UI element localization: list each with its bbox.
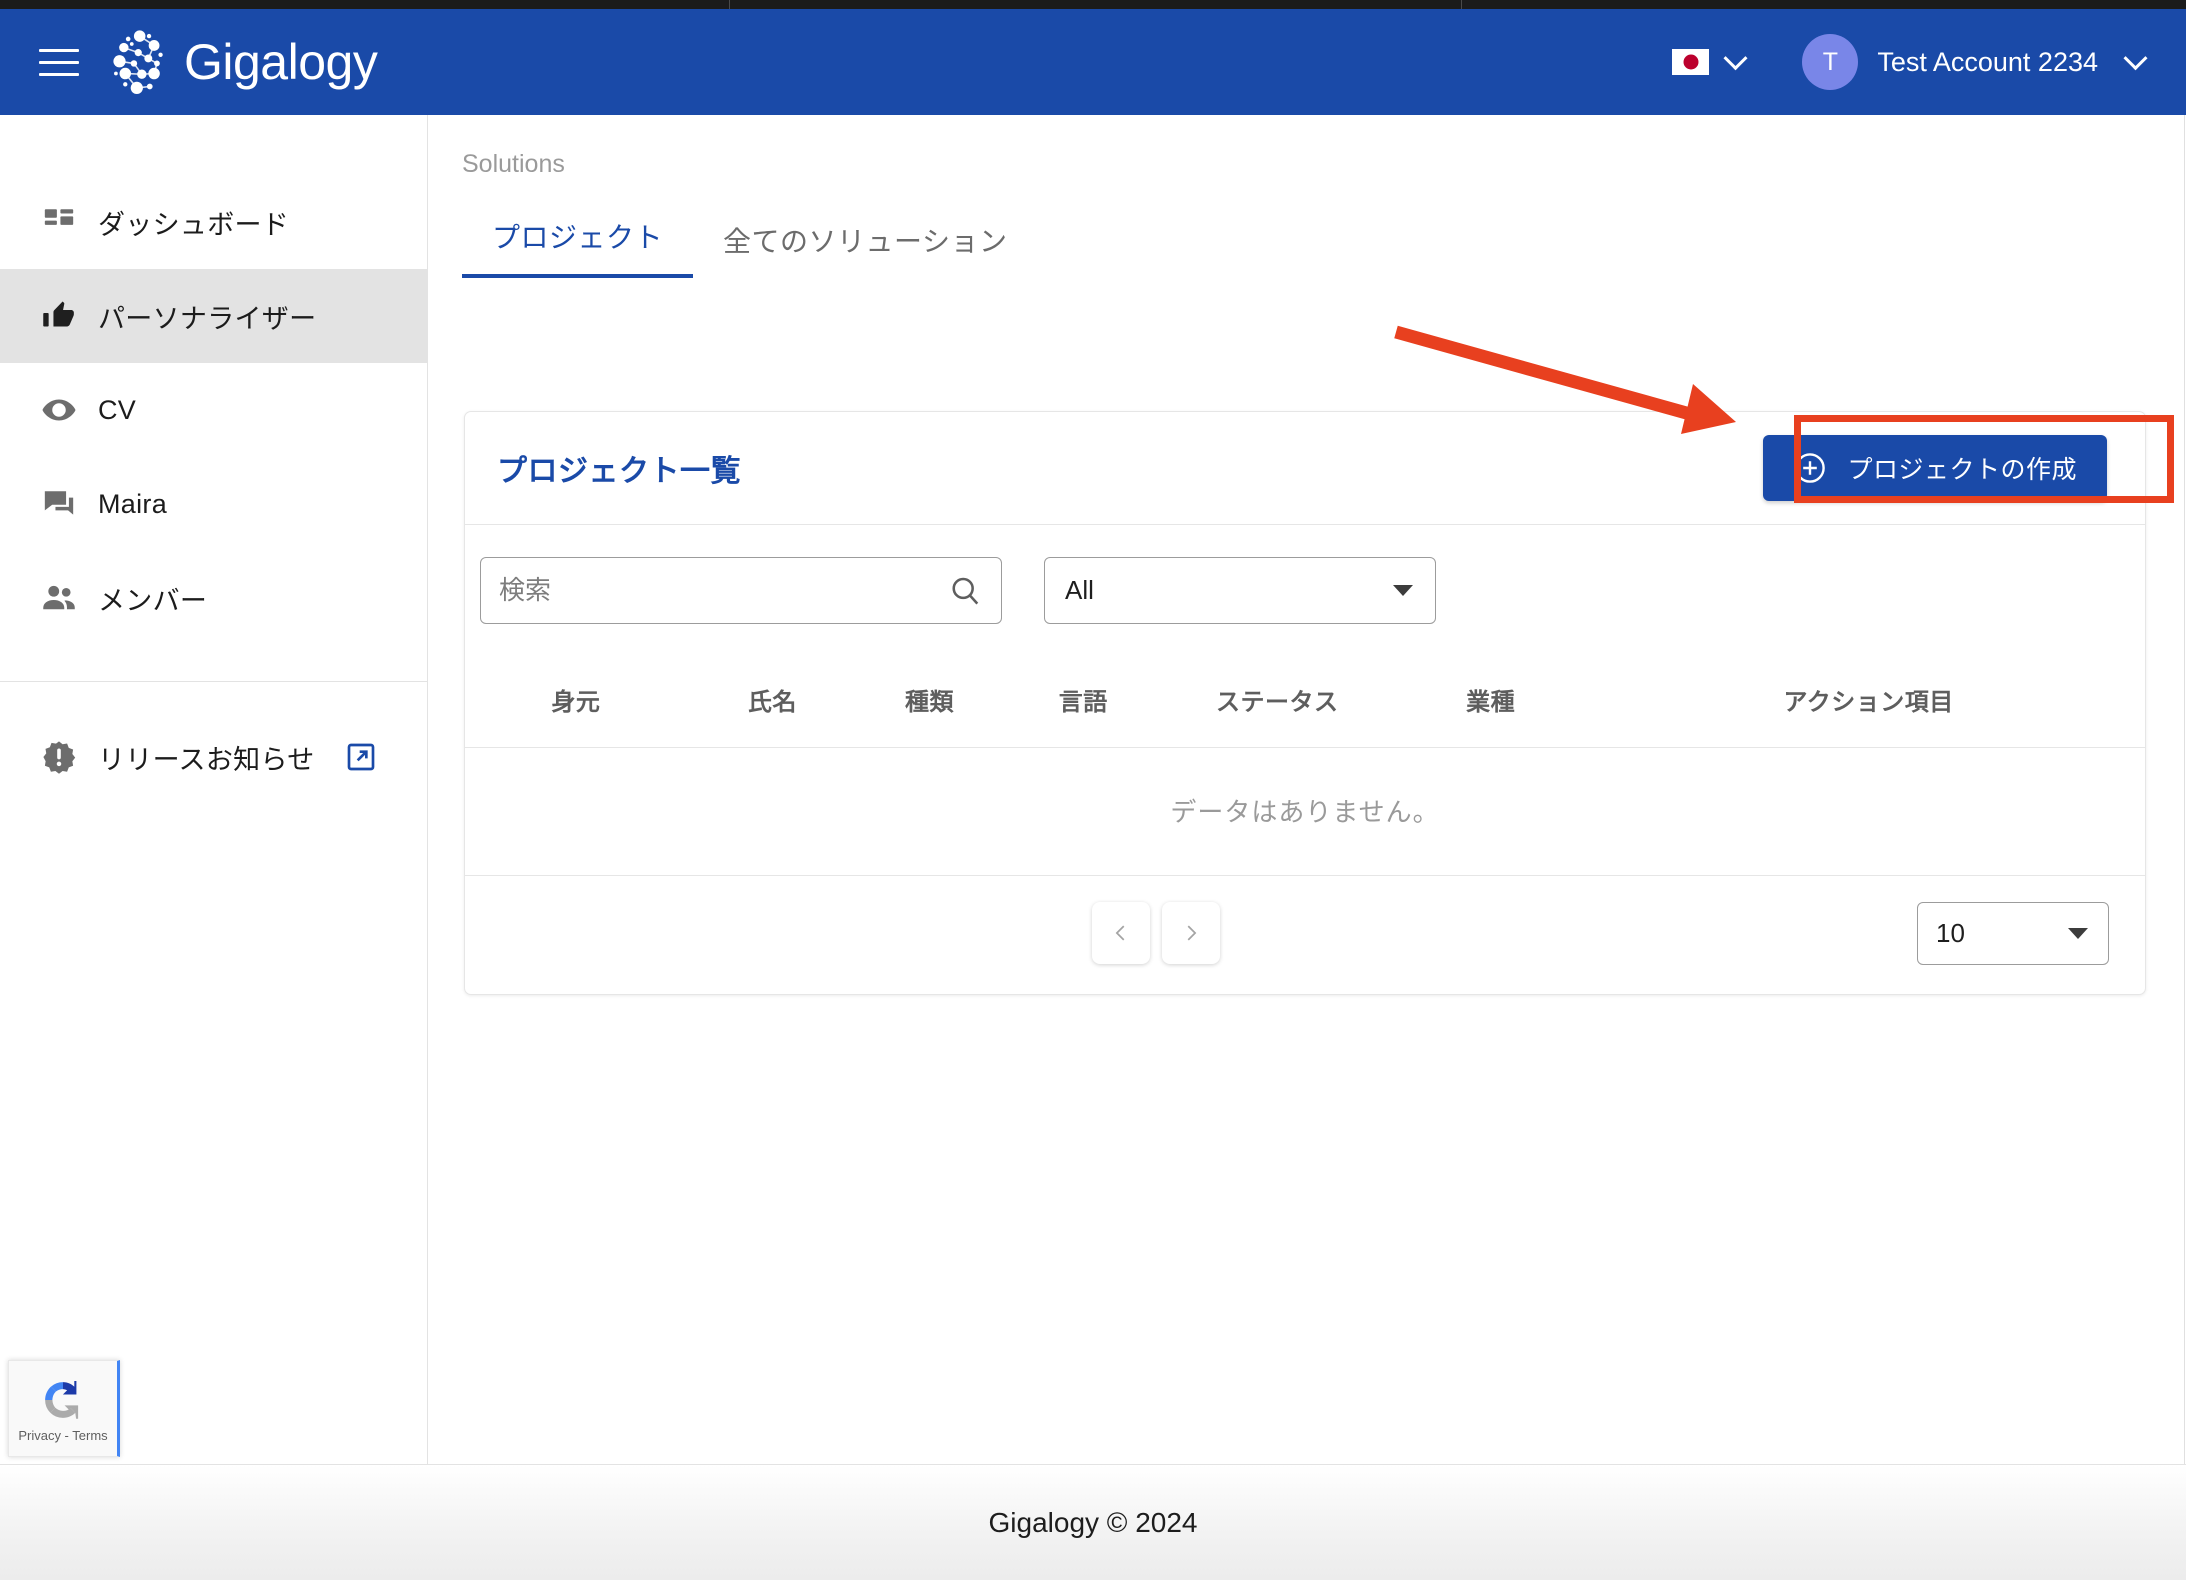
- japan-flag-icon: [1672, 49, 1709, 75]
- filters-row: All: [465, 525, 2145, 654]
- projects-table: 身元 氏名 種類 言語 ステータス 業種 アクション項目 データはありません。: [465, 654, 2145, 876]
- table-empty-row: データはありません。: [465, 748, 2145, 876]
- column-header-status: ステータス: [1166, 654, 1389, 748]
- avatar: T: [1802, 34, 1858, 90]
- type-filter-select[interactable]: All: [1044, 557, 1436, 624]
- sidebar-item-release-notes[interactable]: リリースお知らせ: [0, 710, 427, 804]
- people-icon: [20, 580, 98, 616]
- sidebar: ダッシュボード パーソナライザー CV: [0, 115, 428, 1464]
- dashboard-icon: [20, 205, 98, 239]
- table-empty-message: データはありません。: [465, 748, 2145, 876]
- gigalogy-network-logo-icon: [108, 26, 180, 98]
- sidebar-item-label: メンバー: [98, 579, 207, 618]
- hamburger-bar: [39, 61, 79, 64]
- create-project-button[interactable]: プロジェクトの作成: [1763, 435, 2107, 501]
- chat-bubbles-icon: [20, 487, 98, 521]
- recaptcha-badge[interactable]: Privacy - Terms: [8, 1360, 120, 1457]
- footer-copyright: Gigalogy © 2024: [989, 1507, 1198, 1539]
- table-body: データはありません。: [465, 748, 2145, 876]
- sidebar-divider: [0, 681, 427, 682]
- thumbs-up-icon: [20, 298, 98, 334]
- external-link-icon[interactable]: [345, 741, 377, 773]
- main-content: Solutions プロジェクト 全てのソリューション プロジェクト一覧 プロジ…: [429, 115, 2185, 1464]
- chevron-down-icon: [1724, 46, 1748, 70]
- chevron-left-icon: [1110, 917, 1132, 949]
- plus-circle-icon: [1793, 451, 1827, 485]
- account-menu[interactable]: T Test Account 2234: [1794, 28, 2152, 96]
- sidebar-item-members[interactable]: メンバー: [0, 551, 427, 645]
- table-header-row: 身元 氏名 種類 言語 ステータス 業種 アクション項目: [465, 654, 2145, 748]
- sidebar-item-label: CV: [98, 395, 136, 426]
- caret-down-icon: [2068, 928, 2088, 939]
- sidebar-item-personalizer[interactable]: パーソナライザー: [0, 269, 427, 363]
- hamburger-bar: [39, 73, 79, 76]
- chrome-seam: [1461, 0, 1462, 9]
- column-header-language: 言語: [1001, 654, 1166, 748]
- chevron-right-icon: [1180, 917, 1202, 949]
- rows-per-page-select[interactable]: 10: [1917, 902, 2109, 965]
- card-header: プロジェクト一覧 プロジェクトの作成: [465, 412, 2145, 524]
- sidebar-item-label: Maira: [98, 489, 167, 520]
- column-header-actions: アクション項目: [1592, 654, 2145, 748]
- tab-all-solutions[interactable]: 全てのソリューション: [693, 220, 1037, 278]
- column-header-identity: 身元: [465, 654, 687, 748]
- projects-card: プロジェクト一覧 プロジェクトの作成: [464, 411, 2146, 995]
- sidebar-item-dashboard[interactable]: ダッシュボード: [0, 175, 427, 269]
- recaptcha-icon: [37, 1374, 89, 1426]
- create-project-label: プロジェクトの作成: [1847, 450, 2077, 486]
- rows-per-page-value: 10: [1936, 918, 1965, 949]
- hamburger-menu-icon[interactable]: [36, 42, 82, 82]
- brand-name: Gigalogy: [184, 37, 377, 87]
- sidebar-item-maira[interactable]: Maira: [0, 457, 427, 551]
- app-bar-right-group: T Test Account 2234: [1662, 28, 2152, 96]
- tab-bar: プロジェクト 全てのソリューション: [429, 216, 2184, 278]
- language-switcher[interactable]: [1662, 43, 1754, 81]
- next-page-button[interactable]: [1162, 902, 1220, 964]
- account-name: Test Account 2234: [1877, 47, 2098, 78]
- tab-projects[interactable]: プロジェクト: [462, 216, 693, 278]
- type-filter-value: All: [1065, 575, 1094, 606]
- column-header-name: 氏名: [687, 654, 858, 748]
- chrome-seam: [729, 0, 730, 9]
- hamburger-bar: [39, 49, 79, 52]
- app-root: Gigalogy T Test Account 2234: [0, 0, 2186, 1580]
- card-title: プロジェクト一覧: [497, 446, 741, 490]
- sidebar-item-cv[interactable]: CV: [0, 363, 427, 457]
- pagination-bar: 10: [465, 876, 2145, 994]
- table-head: 身元 氏名 種類 言語 ステータス 業種 アクション項目: [465, 654, 2145, 748]
- sidebar-item-label: パーソナライザー: [98, 297, 316, 336]
- search-box[interactable]: [480, 557, 1002, 624]
- browser-chrome-strip: [0, 0, 2186, 9]
- column-header-type: 種類: [858, 654, 1001, 748]
- search-icon[interactable]: [947, 573, 983, 609]
- column-header-industry: 業種: [1389, 654, 1592, 748]
- caret-down-icon: [1393, 585, 1413, 596]
- sidebar-item-label: ダッシュボード: [98, 203, 289, 242]
- sidebar-item-label: リリースお知らせ: [98, 738, 315, 777]
- search-input[interactable]: [499, 575, 947, 606]
- sidebar-nav-list: ダッシュボード パーソナライザー CV: [0, 115, 427, 804]
- pager-buttons: [1092, 902, 1220, 964]
- footer: Gigalogy © 2024: [0, 1464, 2186, 1580]
- eye-icon: [20, 392, 98, 428]
- top-app-bar: Gigalogy T Test Account 2234: [0, 9, 2186, 115]
- app-bar-left-group: Gigalogy: [36, 26, 377, 98]
- badge-alert-icon: [20, 739, 98, 775]
- prev-page-button[interactable]: [1092, 902, 1150, 964]
- chevron-down-icon: [2123, 46, 2147, 70]
- breadcrumb: Solutions: [462, 150, 2184, 179]
- brand-logo[interactable]: Gigalogy: [108, 26, 377, 98]
- recaptcha-label: Privacy - Terms: [18, 1428, 107, 1443]
